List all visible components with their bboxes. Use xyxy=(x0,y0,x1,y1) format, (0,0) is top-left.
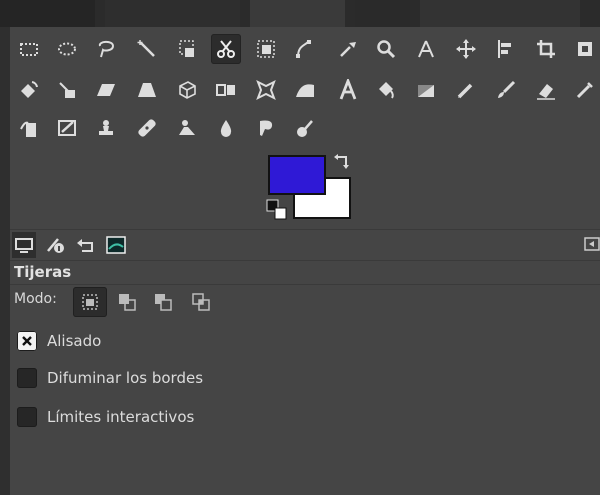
window-top-strip xyxy=(0,0,600,27)
warp-icon[interactable] xyxy=(290,75,320,105)
heal-icon[interactable] xyxy=(132,113,162,143)
mode-add-button[interactable] xyxy=(110,287,144,317)
scissors-select-icon[interactable] xyxy=(211,34,241,64)
zoom-icon[interactable] xyxy=(371,34,401,64)
align-icon[interactable] xyxy=(491,34,521,64)
mode-replace-button[interactable] xyxy=(73,287,107,317)
crop-icon[interactable] xyxy=(531,34,561,64)
perspective-clone-icon[interactable] xyxy=(172,113,202,143)
mode-label: Modo: xyxy=(14,291,57,307)
perspective-icon[interactable] xyxy=(132,75,162,105)
option-feather-edges[interactable]: Difuminar los bordes xyxy=(17,368,203,388)
dock-tabs xyxy=(10,229,600,261)
text-icon[interactable] xyxy=(333,75,363,105)
swap-colors-icon[interactable] xyxy=(334,153,352,171)
tool-options-title: Tijeras xyxy=(14,263,72,281)
shear-icon[interactable] xyxy=(91,75,121,105)
free-select-icon[interactable] xyxy=(91,34,121,64)
tab-undo-history[interactable] xyxy=(74,232,98,258)
window-left-edge xyxy=(0,27,10,495)
ink-icon[interactable] xyxy=(14,113,44,143)
panel-menu-icon[interactable] xyxy=(584,236,600,252)
option-interactive-boundary[interactable]: Límites interactivos xyxy=(17,407,194,427)
cage-icon[interactable] xyxy=(251,75,281,105)
interactive-boundary-label: Límites interactivos xyxy=(47,408,195,426)
paths-icon[interactable] xyxy=(290,34,320,64)
smudge-icon[interactable] xyxy=(251,113,281,143)
select-by-color-icon[interactable] xyxy=(172,34,202,64)
tab-images[interactable] xyxy=(104,232,128,258)
foreground-color-swatch[interactable] xyxy=(268,155,326,195)
dodge-burn-icon[interactable] xyxy=(290,113,320,143)
rotate-icon[interactable] xyxy=(14,75,44,105)
move-icon[interactable] xyxy=(451,34,481,64)
ellipse-select-icon[interactable] xyxy=(52,34,82,64)
interactive-boundary-checkbox[interactable] xyxy=(17,407,37,427)
blur-icon[interactable] xyxy=(211,113,241,143)
option-antialiasing[interactable]: Alisado xyxy=(17,331,101,351)
feather-edges-label: Difuminar los bordes xyxy=(47,369,204,387)
3d-transform-icon[interactable] xyxy=(172,75,202,105)
divider xyxy=(10,284,600,285)
tab-tool-options[interactable] xyxy=(12,232,36,258)
antialiasing-checkbox[interactable] xyxy=(17,331,37,351)
tab-device-status[interactable] xyxy=(44,232,68,258)
feather-edges-checkbox[interactable] xyxy=(17,368,37,388)
paintbrush-icon[interactable] xyxy=(491,75,521,105)
blend-icon[interactable] xyxy=(411,75,441,105)
eraser-icon[interactable] xyxy=(531,75,561,105)
measure-icon[interactable] xyxy=(411,34,441,64)
airbrush-icon[interactable] xyxy=(570,75,600,105)
bucket-fill-icon[interactable] xyxy=(371,75,401,105)
mode-intersect-button[interactable] xyxy=(184,287,218,317)
reset-colors-icon[interactable] xyxy=(266,199,288,221)
mode-subtract-button[interactable] xyxy=(146,287,180,317)
color-picker-icon[interactable] xyxy=(333,34,363,64)
flip-icon[interactable] xyxy=(211,75,241,105)
fuzzy-select-icon[interactable] xyxy=(132,34,162,64)
unified-transform-icon[interactable] xyxy=(570,34,600,64)
pencil-icon[interactable] xyxy=(451,75,481,105)
clone-icon[interactable] xyxy=(91,113,121,143)
rect-select-icon[interactable] xyxy=(14,34,44,64)
antialiasing-label: Alisado xyxy=(47,332,102,350)
foreground-select-icon[interactable] xyxy=(251,34,281,64)
scale-icon[interactable] xyxy=(52,75,82,105)
mypaint-brush-icon[interactable] xyxy=(52,113,82,143)
